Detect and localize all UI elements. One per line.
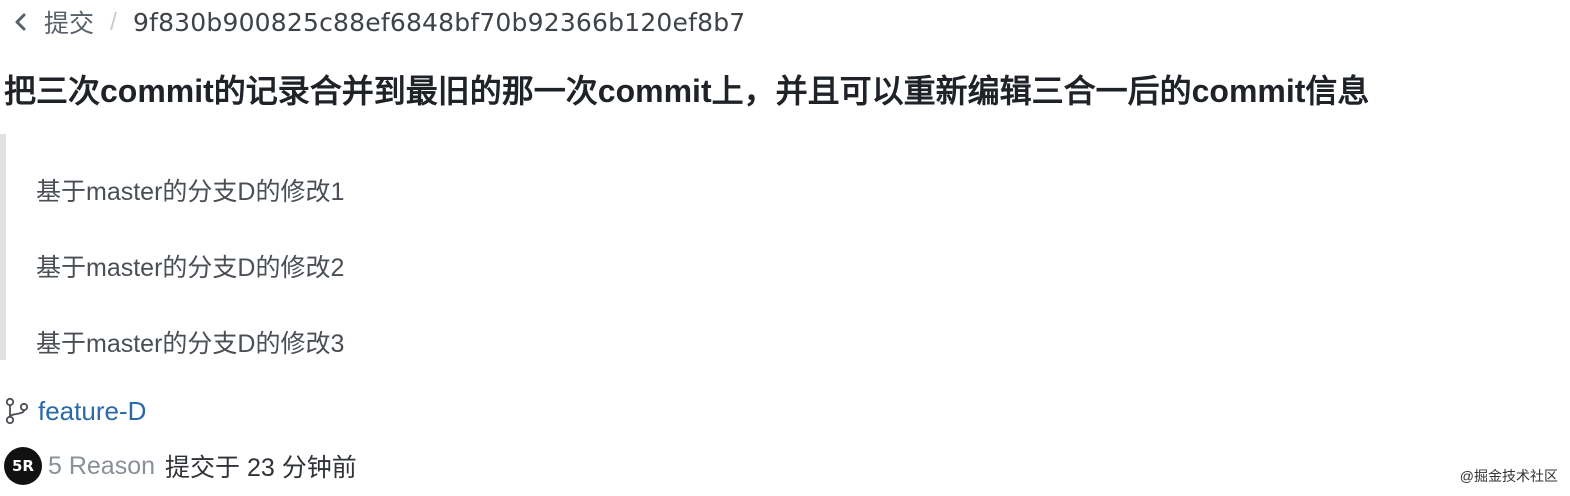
author-name[interactable]: 5 Reason bbox=[48, 452, 155, 481]
commit-sha: 9f830b900825c88ef6848bf70b92366b120ef8b7 bbox=[132, 7, 746, 37]
avatar[interactable]: 5R bbox=[4, 447, 42, 485]
breadcrumb-separator: / bbox=[110, 7, 117, 36]
commit-message-line: 基于master的分支D的修改1 bbox=[36, 178, 345, 206]
commit-author-row: 5R 5 Reason 提交于 23 分钟前 bbox=[4, 446, 357, 486]
branch-name: feature-D bbox=[38, 395, 147, 426]
back-label: 提交 bbox=[44, 10, 95, 38]
commit-message-line: 基于master的分支D的修改3 bbox=[36, 330, 345, 358]
branch-link[interactable]: feature-D bbox=[4, 393, 146, 429]
back-to-commits-link[interactable]: 提交 bbox=[10, 4, 94, 40]
commit-message-body: 基于master的分支D的修改1 基于master的分支D的修改2 基于mast… bbox=[0, 134, 806, 360]
commit-time: 提交于 23 分钟前 bbox=[165, 454, 357, 482]
commit-message-line: 基于master的分支D的修改2 bbox=[36, 254, 345, 282]
git-branch-icon bbox=[5, 397, 29, 425]
chevron-left-icon bbox=[15, 13, 26, 31]
watermark: @掘金技术社区 bbox=[1459, 468, 1558, 484]
breadcrumb: 提交 / 9f830b900825c88ef6848bf70b92366b120… bbox=[10, 4, 745, 40]
commit-title: 把三次commit的记录合并到最旧的那一次commit上，并且可以重新编辑三合一… bbox=[4, 73, 1370, 109]
